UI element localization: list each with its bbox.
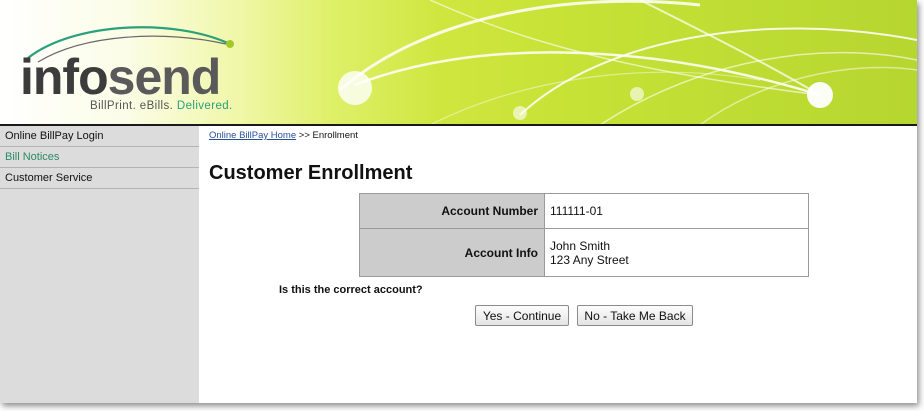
logo-tagline: BillPrint. eBills. Delivered. xyxy=(90,100,233,112)
logo-tagline-accent: Delivered. xyxy=(176,100,233,112)
confirm-question: Is this the correct account? xyxy=(279,284,423,296)
account-holder-name: John Smith xyxy=(550,238,611,253)
logo-word-send: send xyxy=(107,49,222,105)
table-row-account-info: Account Info John Smith 123 Any Street xyxy=(359,228,809,277)
logo-wordmark: infosend xyxy=(20,49,222,105)
breadcrumb-home-link[interactable]: Online BillPay Home xyxy=(209,130,296,141)
infosend-logo: infosend BillPrint. eBills. Delivered. xyxy=(14,22,254,122)
table-row-account-number: Account Number 111111-01 xyxy=(359,193,809,229)
yes-continue-button[interactable]: Yes - Continue xyxy=(475,305,569,326)
sidebar-item-customer-service[interactable]: Customer Service xyxy=(0,168,199,189)
breadcrumb-separator: >> xyxy=(298,130,310,141)
logo-word-info: info xyxy=(20,49,109,105)
sidebar-nav: Online BillPay Login Bill Notices Custom… xyxy=(0,126,199,403)
sidebar-item-bill-notices[interactable]: Bill Notices xyxy=(0,147,199,168)
page-title: Customer Enrollment xyxy=(209,162,413,184)
account-details-table: Account Number 111111-01 Account Info Jo… xyxy=(359,193,809,277)
breadcrumb-current: Enrollment xyxy=(312,130,358,141)
account-number-value: 111111-01 xyxy=(544,193,809,229)
account-address: 123 Any Street xyxy=(550,252,629,267)
account-info-label: Account Info xyxy=(359,228,545,277)
account-number-label: Account Number xyxy=(359,193,545,229)
breadcrumb: Online BillPay Home >> Enrollment xyxy=(209,130,358,141)
logo-tagline-text: BillPrint. eBills. xyxy=(90,100,174,112)
browser-page: infosend BillPrint. eBills. Delivered. O… xyxy=(0,0,917,403)
no-take-me-back-button[interactable]: No - Take Me Back xyxy=(577,305,693,326)
main-content: Online BillPay Home >> Enrollment Custom… xyxy=(199,126,917,403)
header-banner: infosend BillPrint. eBills. Delivered. xyxy=(0,0,917,125)
sidebar-item-online-billpay-login[interactable]: Online BillPay Login xyxy=(0,126,199,147)
account-info-value: John Smith 123 Any Street xyxy=(544,228,809,277)
